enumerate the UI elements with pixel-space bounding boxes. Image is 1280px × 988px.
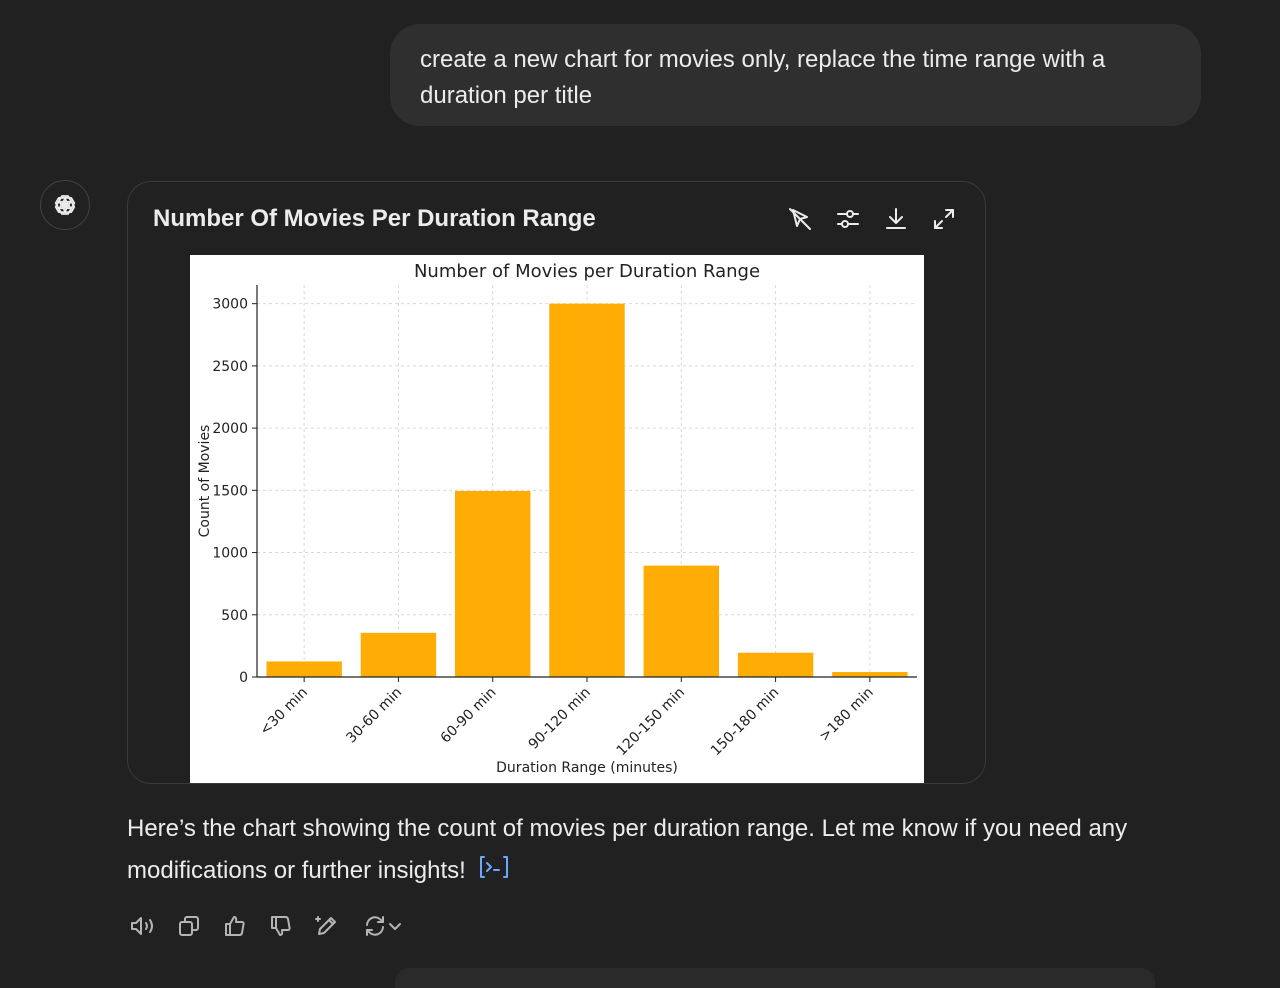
chart-card-toolbar bbox=[785, 204, 959, 234]
x-tick-label: >180 min bbox=[816, 685, 876, 745]
message-actions bbox=[127, 908, 409, 944]
x-tick-label: 120-150 min bbox=[614, 685, 689, 760]
thumbs-up-button[interactable] bbox=[219, 908, 251, 944]
assistant-reply-text: Here’s the chart showing the count of mo… bbox=[127, 815, 1128, 884]
bar-2 bbox=[455, 490, 531, 677]
chart-image: Number of Movies per Duration Range 0 500… bbox=[190, 255, 924, 783]
regenerate-button[interactable] bbox=[357, 908, 409, 944]
thumbs-up-icon bbox=[225, 916, 245, 936]
bar-chart: Number of Movies per Duration Range 0 500… bbox=[197, 261, 917, 776]
x-tick-label: 150-180 min bbox=[708, 685, 783, 760]
x-axis-label: Duration Range (minutes) bbox=[496, 760, 678, 776]
assistant-reply: Here’s the chart showing the count of mo… bbox=[127, 808, 1187, 893]
x-tick-label: 60-90 min bbox=[438, 685, 500, 747]
y-tick-label: 0 bbox=[239, 670, 248, 686]
read-aloud-button[interactable] bbox=[127, 908, 159, 944]
chevron-down-icon bbox=[389, 923, 401, 930]
interactive-chart-toggle-button[interactable] bbox=[785, 204, 815, 234]
user-message-text: create a new chart for movies only, repl… bbox=[420, 46, 1106, 109]
chart-settings-button[interactable] bbox=[833, 204, 863, 234]
composer-edge bbox=[395, 968, 1155, 988]
x-tick-label: <30 min bbox=[257, 685, 311, 739]
regenerate-icon bbox=[366, 916, 384, 936]
download-icon bbox=[886, 208, 906, 229]
y-tick-label: 1000 bbox=[212, 546, 248, 562]
copy-button[interactable] bbox=[173, 908, 205, 944]
user-message-bubble: create a new chart for movies only, repl… bbox=[390, 24, 1201, 126]
y-axis-label: Count of Movies bbox=[197, 425, 213, 538]
y-tick-label: 2500 bbox=[212, 359, 248, 375]
edit-in-canvas-button[interactable] bbox=[311, 908, 343, 944]
y-tick-label: 3000 bbox=[212, 297, 248, 313]
chart-card: Number Of Movies Per Duration Range Numb… bbox=[127, 181, 986, 784]
bar-6 bbox=[832, 672, 908, 677]
bar-3 bbox=[549, 303, 625, 677]
read-aloud-icon bbox=[131, 917, 153, 935]
bar-1 bbox=[360, 632, 437, 677]
expand-icon bbox=[934, 209, 954, 229]
expand-button[interactable] bbox=[929, 204, 959, 234]
assistant-avatar bbox=[40, 180, 90, 230]
interactive-chart-toggle-icon bbox=[789, 208, 811, 230]
copy-icon bbox=[179, 916, 199, 936]
download-button[interactable] bbox=[881, 204, 911, 234]
x-tick-label: 30-60 min bbox=[343, 685, 405, 747]
bar-5 bbox=[737, 652, 814, 677]
thumbs-down-icon bbox=[271, 916, 291, 936]
code-interpreter-icon bbox=[480, 855, 509, 878]
bar-0 bbox=[266, 661, 342, 677]
y-tick-label: 500 bbox=[221, 608, 248, 624]
x-tick-label: 90-120 min bbox=[526, 685, 594, 753]
bar-4 bbox=[643, 565, 719, 677]
chart-title: Number of Movies per Duration Range bbox=[414, 261, 760, 282]
chart-settings-icon bbox=[837, 210, 859, 228]
y-tick-label: 1500 bbox=[212, 483, 248, 499]
openai-logo-icon bbox=[54, 195, 76, 215]
code-source-button[interactable] bbox=[478, 851, 510, 893]
thumbs-down-button[interactable] bbox=[265, 908, 297, 944]
y-tick-label: 2000 bbox=[212, 421, 248, 437]
edit-canvas-icon bbox=[315, 916, 336, 935]
chart-card-title: Number Of Movies Per Duration Range bbox=[153, 205, 596, 232]
